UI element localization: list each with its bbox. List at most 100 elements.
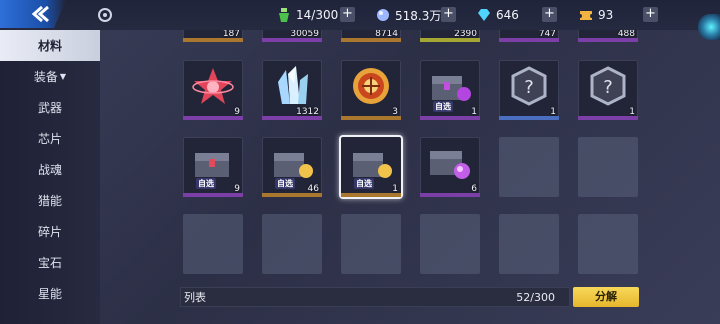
inventory-slot[interactable]: ? 1 bbox=[578, 60, 638, 120]
empty-slot[interactable] bbox=[499, 137, 559, 197]
sidebar-item-label: 猎能 bbox=[37, 194, 62, 208]
optional-tag: 自选 bbox=[433, 101, 453, 112]
purple-gem-chest-icon bbox=[430, 151, 470, 179]
item-count: 2390 bbox=[454, 30, 477, 39]
coupon-resource: 93 bbox=[578, 5, 613, 25]
sidebar-item-chips[interactable]: 芯片 bbox=[0, 123, 100, 154]
item-count: 488 bbox=[617, 30, 635, 39]
green-potion-icon bbox=[279, 8, 289, 22]
back-arrow-icon bbox=[31, 5, 49, 23]
blue-crystal-icon bbox=[377, 9, 389, 21]
item-count: 1 bbox=[550, 107, 556, 117]
sidebar-item-fragments[interactable]: 碎片 bbox=[0, 216, 100, 247]
empty-slot[interactable] bbox=[420, 214, 480, 274]
optional-tag: 自选 bbox=[354, 178, 374, 189]
sidebar-item-weapons[interactable]: 武器 bbox=[0, 92, 100, 123]
inventory-slot[interactable]: 自选 1 bbox=[420, 60, 480, 120]
empty-slot[interactable] bbox=[183, 214, 243, 274]
sidebar-item-label: 芯片 bbox=[37, 132, 62, 146]
sidebar-item-materials[interactable]: 材料 bbox=[0, 30, 100, 61]
inventory-grid: 187 30059 8714 2390 747 488 9 1312 3 自选 … bbox=[180, 30, 645, 282]
inventory-slot[interactable]: 6 bbox=[420, 137, 480, 197]
item-count: 46 bbox=[307, 184, 319, 194]
sidebar-item-label: 碎片 bbox=[37, 225, 62, 239]
side-menu-toggle[interactable] bbox=[698, 14, 720, 40]
diamond-value: 646 bbox=[496, 8, 519, 22]
inventory-slot[interactable]: 8714 bbox=[341, 30, 401, 42]
item-count: 1312 bbox=[296, 107, 319, 117]
empty-slot[interactable] bbox=[262, 214, 322, 274]
inventory-slot-selected[interactable]: 自选 1 bbox=[341, 137, 401, 197]
item-count: 1 bbox=[392, 184, 398, 194]
sidebar-item-war-souls[interactable]: 战魂 bbox=[0, 154, 100, 185]
item-count: 9 bbox=[234, 107, 240, 117]
record-icon[interactable] bbox=[98, 8, 112, 22]
category-sidebar: 材料 装备 ▼ 武器 芯片 战魂 猎能 碎片 宝石 星能 bbox=[0, 30, 100, 324]
mystery-badge-icon: ? bbox=[590, 66, 626, 106]
inventory-slot[interactable]: 187 bbox=[183, 30, 243, 42]
capacity-readout: 52/300 bbox=[516, 291, 555, 304]
empty-slot[interactable] bbox=[341, 214, 401, 274]
capacity-used: 52 bbox=[516, 290, 531, 304]
add-coupon-button[interactable]: + bbox=[643, 7, 658, 22]
optional-tag: 自选 bbox=[275, 178, 295, 189]
inventory-slot[interactable]: 488 bbox=[578, 30, 638, 42]
gold-medal-icon bbox=[353, 68, 389, 104]
inventory-slot[interactable]: 2390 bbox=[420, 30, 480, 42]
empty-slot[interactable] bbox=[578, 214, 638, 274]
sidebar-item-label: 材料 bbox=[37, 39, 62, 53]
inventory-footer: 列表 52/300 bbox=[180, 287, 570, 307]
coupon-value: 93 bbox=[598, 8, 614, 22]
stamina-value: 14/300 bbox=[296, 8, 339, 22]
empty-slot[interactable] bbox=[578, 137, 638, 197]
inventory-slot[interactable]: 9 bbox=[183, 60, 243, 120]
inventory-slot[interactable]: 30059 bbox=[262, 30, 322, 42]
sidebar-item-gems[interactable]: 宝石 bbox=[0, 247, 100, 278]
inventory-slot[interactable]: 747 bbox=[499, 30, 559, 42]
inventory-slot[interactable]: 3 bbox=[341, 60, 401, 120]
sidebar-item-equipment[interactable]: 装备 ▼ bbox=[0, 61, 100, 92]
mystery-badge-icon: ? bbox=[511, 66, 547, 106]
capacity-max: /300 bbox=[530, 290, 555, 304]
diamond-resource: 646 bbox=[476, 5, 519, 25]
svg-text:?: ? bbox=[524, 77, 534, 98]
sidebar-item-star-energy[interactable]: 星能 bbox=[0, 278, 100, 309]
crystal-value: 518.3万 bbox=[395, 8, 442, 23]
sidebar-item-label: 武器 bbox=[37, 101, 62, 115]
red-star-emblem-icon bbox=[192, 68, 234, 104]
inventory-slot[interactable]: 自选 9 bbox=[183, 137, 243, 197]
list-label: 列表 bbox=[184, 291, 206, 304]
back-button[interactable] bbox=[0, 0, 66, 28]
sidebar-item-label: 装备 bbox=[33, 70, 58, 84]
gold-ticket-icon bbox=[580, 11, 592, 20]
item-count: 8714 bbox=[375, 30, 398, 39]
sidebar-item-label: 战魂 bbox=[37, 163, 62, 177]
add-crystal-button[interactable]: + bbox=[441, 7, 456, 22]
inventory-slot[interactable]: 自选 46 bbox=[262, 137, 322, 197]
item-count: 1 bbox=[471, 107, 477, 117]
item-count: 3 bbox=[392, 107, 398, 117]
inventory-slot[interactable]: 1312 bbox=[262, 60, 322, 120]
crystal-cluster-icon bbox=[278, 66, 308, 104]
sidebar-item-label: 宝石 bbox=[37, 256, 62, 270]
item-count: 6 bbox=[471, 184, 477, 194]
sidebar-item-hunting-energy[interactable]: 猎能 bbox=[0, 185, 100, 216]
item-count: 747 bbox=[538, 30, 556, 39]
optional-tag: 自选 bbox=[196, 178, 216, 189]
crystal-resource: 518.3万 bbox=[375, 5, 441, 25]
empty-slot[interactable] bbox=[499, 214, 559, 274]
decompose-button[interactable]: 分解 bbox=[573, 287, 639, 307]
cyan-diamond-icon bbox=[478, 9, 490, 21]
item-count: 1 bbox=[629, 107, 635, 117]
add-stamina-button[interactable]: + bbox=[340, 7, 355, 22]
item-count: 30059 bbox=[290, 30, 319, 39]
item-count: 9 bbox=[234, 184, 240, 194]
svg-text:?: ? bbox=[603, 77, 613, 98]
inventory-slot[interactable]: ? 1 bbox=[499, 60, 559, 120]
sidebar-item-label: 星能 bbox=[37, 287, 62, 301]
item-count: 187 bbox=[222, 30, 240, 39]
dropdown-triangle-icon: ▼ bbox=[59, 72, 67, 81]
stamina-resource: 14/300 bbox=[276, 5, 338, 25]
add-diamond-button[interactable]: + bbox=[542, 7, 557, 22]
top-bar: 14/300 + 518.3万 + 646 + 93 + bbox=[0, 0, 720, 30]
